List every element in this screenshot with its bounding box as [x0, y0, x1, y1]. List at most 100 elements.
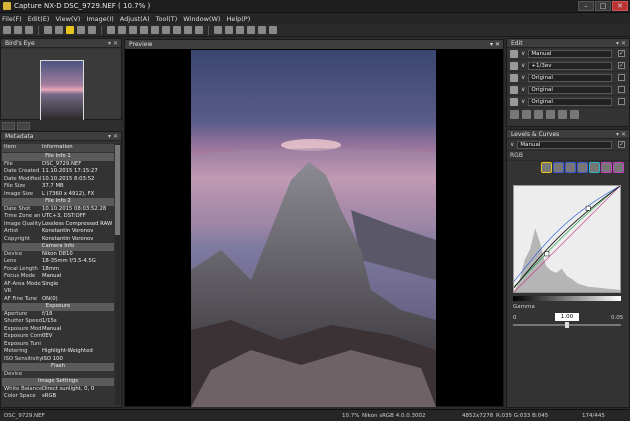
white-point-eyedropper-icon[interactable] [577, 162, 588, 173]
help-icon[interactable] [269, 26, 277, 34]
picture-control-checkbox[interactable] [618, 74, 625, 81]
scrollbar-thumb[interactable] [115, 145, 120, 235]
panel-controls-icon[interactable]: ▾ ✕ [108, 40, 118, 47]
menu-view[interactable]: View(V) [55, 15, 80, 23]
metadata-column-header: Item Information [2, 144, 114, 152]
menu-tool[interactable]: Tool(T) [156, 15, 178, 23]
chevron-down-icon[interactable]: ∨ [510, 141, 514, 148]
picture-control-select[interactable]: Original [528, 73, 613, 82]
hand-tool-icon[interactable] [107, 26, 115, 34]
channel-label[interactable]: RGB [510, 152, 523, 159]
thumbnail-view-icon[interactable] [44, 26, 52, 34]
levels-enable-checkbox[interactable]: ✓ [618, 141, 625, 148]
levels-preset-select[interactable]: Manual [517, 140, 613, 149]
adjust-select[interactable]: Original [528, 97, 613, 106]
menu-file[interactable]: File(F) [2, 15, 22, 23]
chevron-down-icon[interactable]: ∨ [521, 98, 525, 105]
chevron-down-icon[interactable]: ∨ [521, 50, 525, 57]
filmstrip-view-icon[interactable] [55, 26, 63, 34]
print-icon[interactable] [214, 26, 222, 34]
status-size: 4852x7278 [462, 413, 494, 419]
metadata-tab-icon[interactable] [17, 122, 30, 130]
forward-icon[interactable] [25, 26, 33, 34]
toolbar-divider [38, 25, 39, 35]
browse-icon[interactable] [3, 26, 11, 34]
input-gradient-bar[interactable] [513, 296, 621, 301]
star-icon[interactable] [247, 26, 255, 34]
curves-tool-icon[interactable] [522, 110, 531, 119]
edit-title: Edit [511, 39, 523, 47]
metadata-header: Metadata ▾ ✕ [1, 132, 121, 141]
folder-tab-icon[interactable] [2, 122, 15, 130]
compare-view-icon[interactable] [77, 26, 85, 34]
metadata-section[interactable]: File Info 1 [2, 153, 114, 161]
panel-controls-icon[interactable]: ▾ ✕ [108, 133, 118, 140]
monitor-icon[interactable] [225, 26, 233, 34]
white-balance-select[interactable]: Manual [528, 49, 613, 58]
retouch-tool-icon[interactable] [546, 110, 555, 119]
auto-contrast-icon[interactable] [541, 162, 552, 173]
preview-title: Preview [129, 41, 153, 48]
settings-icon[interactable] [258, 26, 266, 34]
viewer-mode-icon[interactable] [66, 26, 74, 34]
exposure-select[interactable]: +1/3ev [528, 61, 613, 70]
minimize-button[interactable]: – [578, 1, 594, 11]
fullscreen-icon[interactable] [88, 26, 96, 34]
metadata-section[interactable]: Image Settings [2, 378, 114, 386]
lens-correction-select[interactable]: Original [528, 85, 613, 94]
white-balance-checkbox[interactable]: ✓ [618, 50, 625, 57]
lens-correction-checkbox[interactable] [618, 86, 625, 93]
close-button[interactable]: ✕ [612, 1, 628, 11]
black-point-eyedropper-icon[interactable] [553, 162, 564, 173]
rotate-right-icon[interactable] [162, 26, 170, 34]
metadata-value: Single [42, 280, 59, 287]
column-item: Item [4, 144, 17, 150]
panel-controls-icon[interactable]: ▾ ✕ [616, 131, 626, 138]
exposure-checkbox[interactable]: ✓ [618, 62, 625, 69]
metadata-scrollbar[interactable] [115, 143, 120, 405]
reset-all-icon[interactable] [613, 162, 624, 173]
metadata-section[interactable]: Exposure [2, 303, 114, 311]
retouch-brush-icon[interactable] [173, 26, 181, 34]
metadata-section[interactable]: File Info 2 [2, 198, 114, 206]
gamma-slider-thumb[interactable] [565, 322, 569, 328]
toolbar-divider [101, 25, 102, 35]
maximize-button[interactable]: □ [595, 1, 611, 11]
back-icon[interactable] [14, 26, 22, 34]
panel-controls-icon[interactable]: ▾ ✕ [616, 40, 626, 47]
metadata-section[interactable]: Camera Info [2, 243, 114, 251]
birds-eye-view[interactable] [1, 49, 121, 122]
gray-point-eyedropper-icon[interactable] [565, 162, 576, 173]
adjust-checkbox[interactable] [618, 98, 625, 105]
add-anchor-icon[interactable] [589, 162, 600, 173]
reset-channel-icon[interactable] [601, 162, 612, 173]
menu-image[interactable]: Image(I) [86, 15, 113, 23]
grid-icon[interactable] [195, 26, 203, 34]
menu-edit[interactable]: Edit(E) [28, 15, 50, 23]
preview-photo[interactable] [191, 50, 436, 407]
convert-icon[interactable] [236, 26, 244, 34]
straighten-icon[interactable] [140, 26, 148, 34]
chevron-down-icon[interactable]: ∨ [521, 62, 525, 69]
zoom-tool-icon[interactable] [118, 26, 126, 34]
menu-window[interactable]: Window(W) [183, 15, 220, 23]
landscape-icon[interactable] [570, 110, 579, 119]
color-picker-icon[interactable] [184, 26, 192, 34]
levels-tool-icon[interactable] [510, 110, 519, 119]
status-bar: DSC_9729.NEF 10.7% Nikon sRGB 4.0.0.3002… [0, 409, 630, 421]
rotate-left-icon[interactable] [151, 26, 159, 34]
chevron-down-icon[interactable]: ∨ [521, 86, 525, 93]
color-tool-icon[interactable] [558, 110, 567, 119]
gamma-input[interactable]: 1.00 [555, 313, 579, 321]
chevron-down-icon[interactable]: ∨ [521, 74, 525, 81]
metadata-row: Metering Highlight-Weighted [2, 348, 114, 356]
panel-controls-icon[interactable]: ▾ ✕ [490, 41, 500, 48]
picture-control-icon [510, 73, 518, 82]
birds-eye-thumbnail[interactable] [40, 60, 84, 122]
crop-tool-icon[interactable] [129, 26, 137, 34]
metadata-section[interactable]: Flash [2, 363, 114, 371]
menu-help[interactable]: Help(P) [226, 15, 250, 23]
curve-graph[interactable] [513, 185, 621, 293]
rotate-tool-icon[interactable] [534, 110, 543, 119]
menu-adjust[interactable]: Adjust(A) [120, 15, 150, 23]
